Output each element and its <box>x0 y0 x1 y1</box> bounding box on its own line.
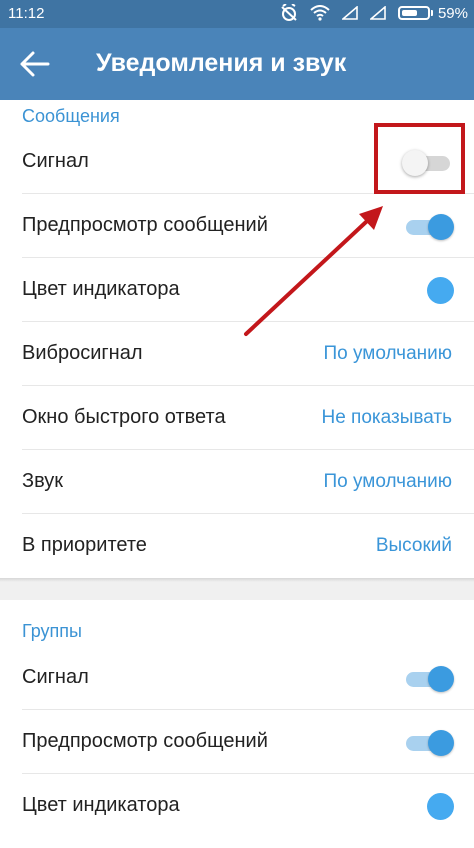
annotation-highlight-box <box>374 123 465 194</box>
row-groups-signal[interactable]: Сигнал <box>0 646 474 710</box>
group-preview-toggle[interactable] <box>402 730 454 756</box>
preview-toggle[interactable] <box>402 214 454 240</box>
signal-icon <box>341 6 358 20</box>
row-value: По умолчанию <box>323 343 453 364</box>
group-led-color-swatch[interactable] <box>427 793 454 820</box>
row-value: Высокий <box>375 535 452 556</box>
section-divider <box>0 578 474 600</box>
row-label: Окно быстрого ответа <box>22 406 226 428</box>
row-messages-priority[interactable]: В приоритете Высокий <box>0 514 474 578</box>
row-messages-sound[interactable]: Звук По умолчанию <box>0 450 474 514</box>
section-header-messages: Сообщения <box>22 106 120 126</box>
arrow-left-icon <box>20 51 50 77</box>
row-value: По умолчанию <box>323 471 453 492</box>
row-label: Звук <box>22 470 64 492</box>
battery-percent: 59% <box>437 4 468 22</box>
section-header-groups: Группы <box>22 621 82 641</box>
group-signal-toggle[interactable] <box>402 666 454 692</box>
row-messages-popup[interactable]: Окно быстрого ответа Не показывать <box>0 386 474 450</box>
status-icons: 59% <box>280 4 468 22</box>
status-time: 11:12 <box>8 5 45 22</box>
app-bar: Уведомления и звук <box>0 28 474 100</box>
signal-icon-2 <box>369 6 386 20</box>
row-value: Не показывать <box>321 407 452 428</box>
status-bar: 11:12 59% <box>0 0 474 28</box>
back-button[interactable] <box>16 48 52 80</box>
row-label: Вибросигнал <box>22 342 143 364</box>
row-label: Сигнал <box>22 150 89 172</box>
battery-icon <box>397 6 430 20</box>
row-messages-led-color[interactable]: Цвет индикатора <box>0 258 474 322</box>
row-label: Предпросмотр сообщений <box>22 730 268 752</box>
row-groups-preview[interactable]: Предпросмотр сообщений <box>0 710 474 774</box>
row-label: В приоритете <box>22 534 147 556</box>
row-groups-led-color[interactable]: Цвет индикатора <box>0 774 474 838</box>
led-color-swatch[interactable] <box>427 277 454 304</box>
wifi-icon <box>310 5 330 21</box>
page-title: Уведомления и звук <box>96 49 347 77</box>
row-label: Предпросмотр сообщений <box>22 214 268 236</box>
row-messages-preview[interactable]: Предпросмотр сообщений <box>0 194 474 258</box>
row-label: Цвет индикатора <box>22 794 180 816</box>
battery-indicator: 59% <box>397 4 468 22</box>
row-messages-vibrate[interactable]: Вибросигнал По умолчанию <box>0 322 474 386</box>
row-label: Цвет индикатора <box>22 278 180 300</box>
row-label: Сигнал <box>22 666 89 688</box>
alarm-off-icon <box>281 4 297 21</box>
